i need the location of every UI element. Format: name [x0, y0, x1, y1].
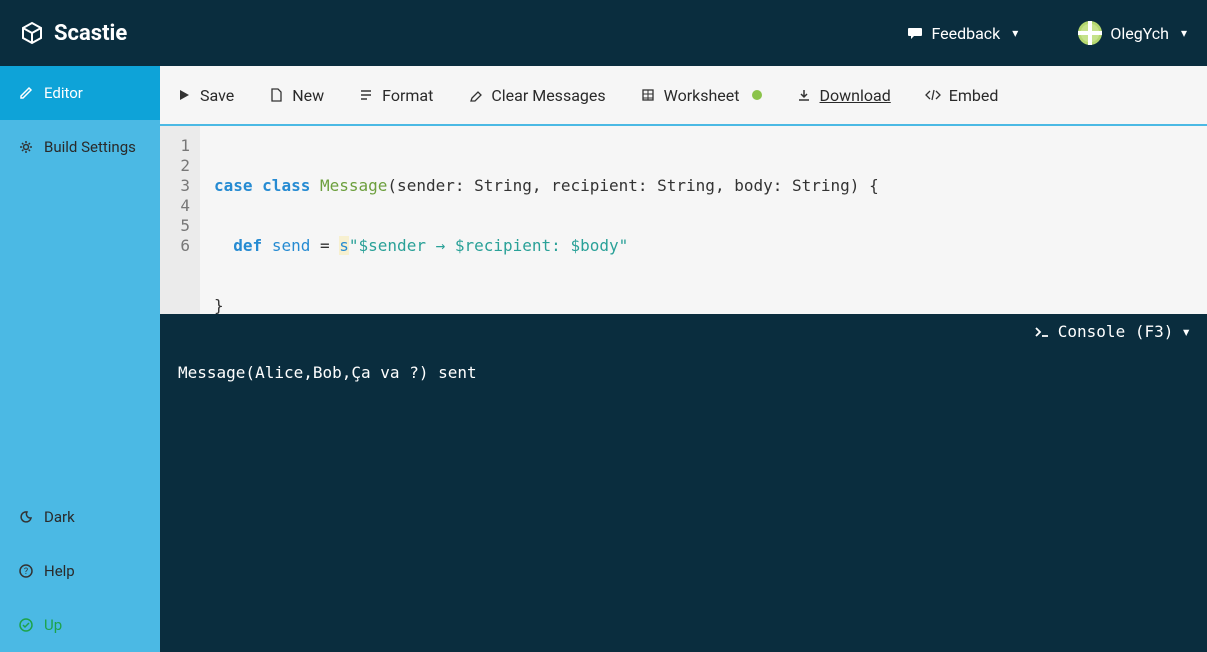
line-gutter: 1 2 3 4 5 6	[160, 126, 200, 314]
svg-text:?: ?	[24, 567, 28, 577]
format-button[interactable]: Format	[358, 86, 433, 105]
code-area[interactable]: case class Message(sender: String, recip…	[200, 126, 893, 314]
toolbar-label: Download	[820, 86, 891, 105]
download-icon	[796, 87, 812, 103]
gear-icon	[18, 139, 34, 155]
check-circle-icon	[18, 617, 34, 633]
console-output: Message(Alice,Bob,Ça va ?) sent	[160, 349, 1207, 396]
eraser-icon	[467, 87, 483, 103]
line-number: 1	[170, 136, 190, 156]
sidebar-item-label: Help	[44, 562, 75, 580]
line-number: 2	[170, 156, 190, 176]
line-number: 5	[170, 216, 190, 236]
console-header[interactable]: Console (F3) ▾	[160, 314, 1207, 349]
embed-button[interactable]: Embed	[925, 86, 999, 105]
user-menu[interactable]: OlegYch ▾	[1078, 21, 1187, 45]
toolbar-label: Worksheet	[664, 86, 740, 105]
worksheet-button[interactable]: Worksheet	[640, 86, 762, 105]
content: Save New Format Clear Messages Worksheet	[160, 66, 1207, 652]
chevron-down-icon: ▾	[1012, 26, 1018, 40]
moon-icon	[18, 509, 34, 525]
line-number: 6	[170, 236, 190, 256]
sidebar-item-help[interactable]: ? Help	[0, 544, 160, 598]
help-icon: ?	[18, 563, 34, 579]
status-dot-icon	[752, 90, 762, 100]
toolbar-label: Embed	[949, 86, 999, 105]
file-icon	[268, 87, 284, 103]
save-button[interactable]: Save	[176, 86, 234, 105]
sidebar-item-build[interactable]: Build Settings	[0, 120, 160, 174]
list-icon	[358, 87, 374, 103]
avatar	[1078, 21, 1102, 45]
sidebar: Editor Build Settings Dark ? Help Up	[0, 66, 160, 652]
toolbar-label: Format	[382, 86, 433, 105]
terminal-icon	[1034, 324, 1050, 340]
line-number: 4	[170, 196, 190, 216]
grid-icon	[640, 87, 656, 103]
code-icon	[925, 87, 941, 103]
chat-icon	[907, 25, 923, 41]
sidebar-item-up[interactable]: Up	[0, 598, 160, 652]
toolbar-label: Clear Messages	[491, 86, 605, 105]
sidebar-item-label: Editor	[44, 84, 83, 102]
username-label: OlegYch	[1110, 24, 1169, 43]
toolbar-label: Save	[200, 86, 234, 105]
chevron-down-icon: ▾	[1181, 26, 1187, 40]
sidebar-item-editor[interactable]: Editor	[0, 66, 160, 120]
sidebar-item-label: Dark	[44, 508, 75, 526]
feedback-link[interactable]: Feedback ▾	[907, 24, 1018, 43]
top-header: Scastie Feedback ▾ OlegYch ▾	[0, 0, 1207, 66]
brand-text: Scastie	[54, 21, 127, 46]
sidebar-item-label: Up	[44, 616, 62, 634]
toolbar: Save New Format Clear Messages Worksheet	[160, 66, 1207, 126]
console-panel: Console (F3) ▾ Message(Alice,Bob,Ça va ?…	[160, 314, 1207, 652]
clear-messages-button[interactable]: Clear Messages	[467, 86, 605, 105]
toolbar-label: New	[292, 86, 324, 105]
logo-icon	[20, 21, 44, 45]
play-icon	[176, 87, 192, 103]
feedback-label: Feedback	[931, 24, 1000, 43]
download-button[interactable]: Download	[796, 86, 891, 105]
line-number: 3	[170, 176, 190, 196]
sidebar-item-label: Build Settings	[44, 138, 136, 156]
sidebar-item-dark[interactable]: Dark	[0, 490, 160, 544]
pencil-icon	[18, 85, 34, 101]
brand[interactable]: Scastie	[20, 21, 127, 46]
new-button[interactable]: New	[268, 86, 324, 105]
chevron-down-icon: ▾	[1181, 322, 1191, 341]
code-editor[interactable]: 1 2 3 4 5 6 case class Message(sender: S…	[160, 126, 1207, 314]
console-title: Console (F3)	[1058, 322, 1174, 341]
